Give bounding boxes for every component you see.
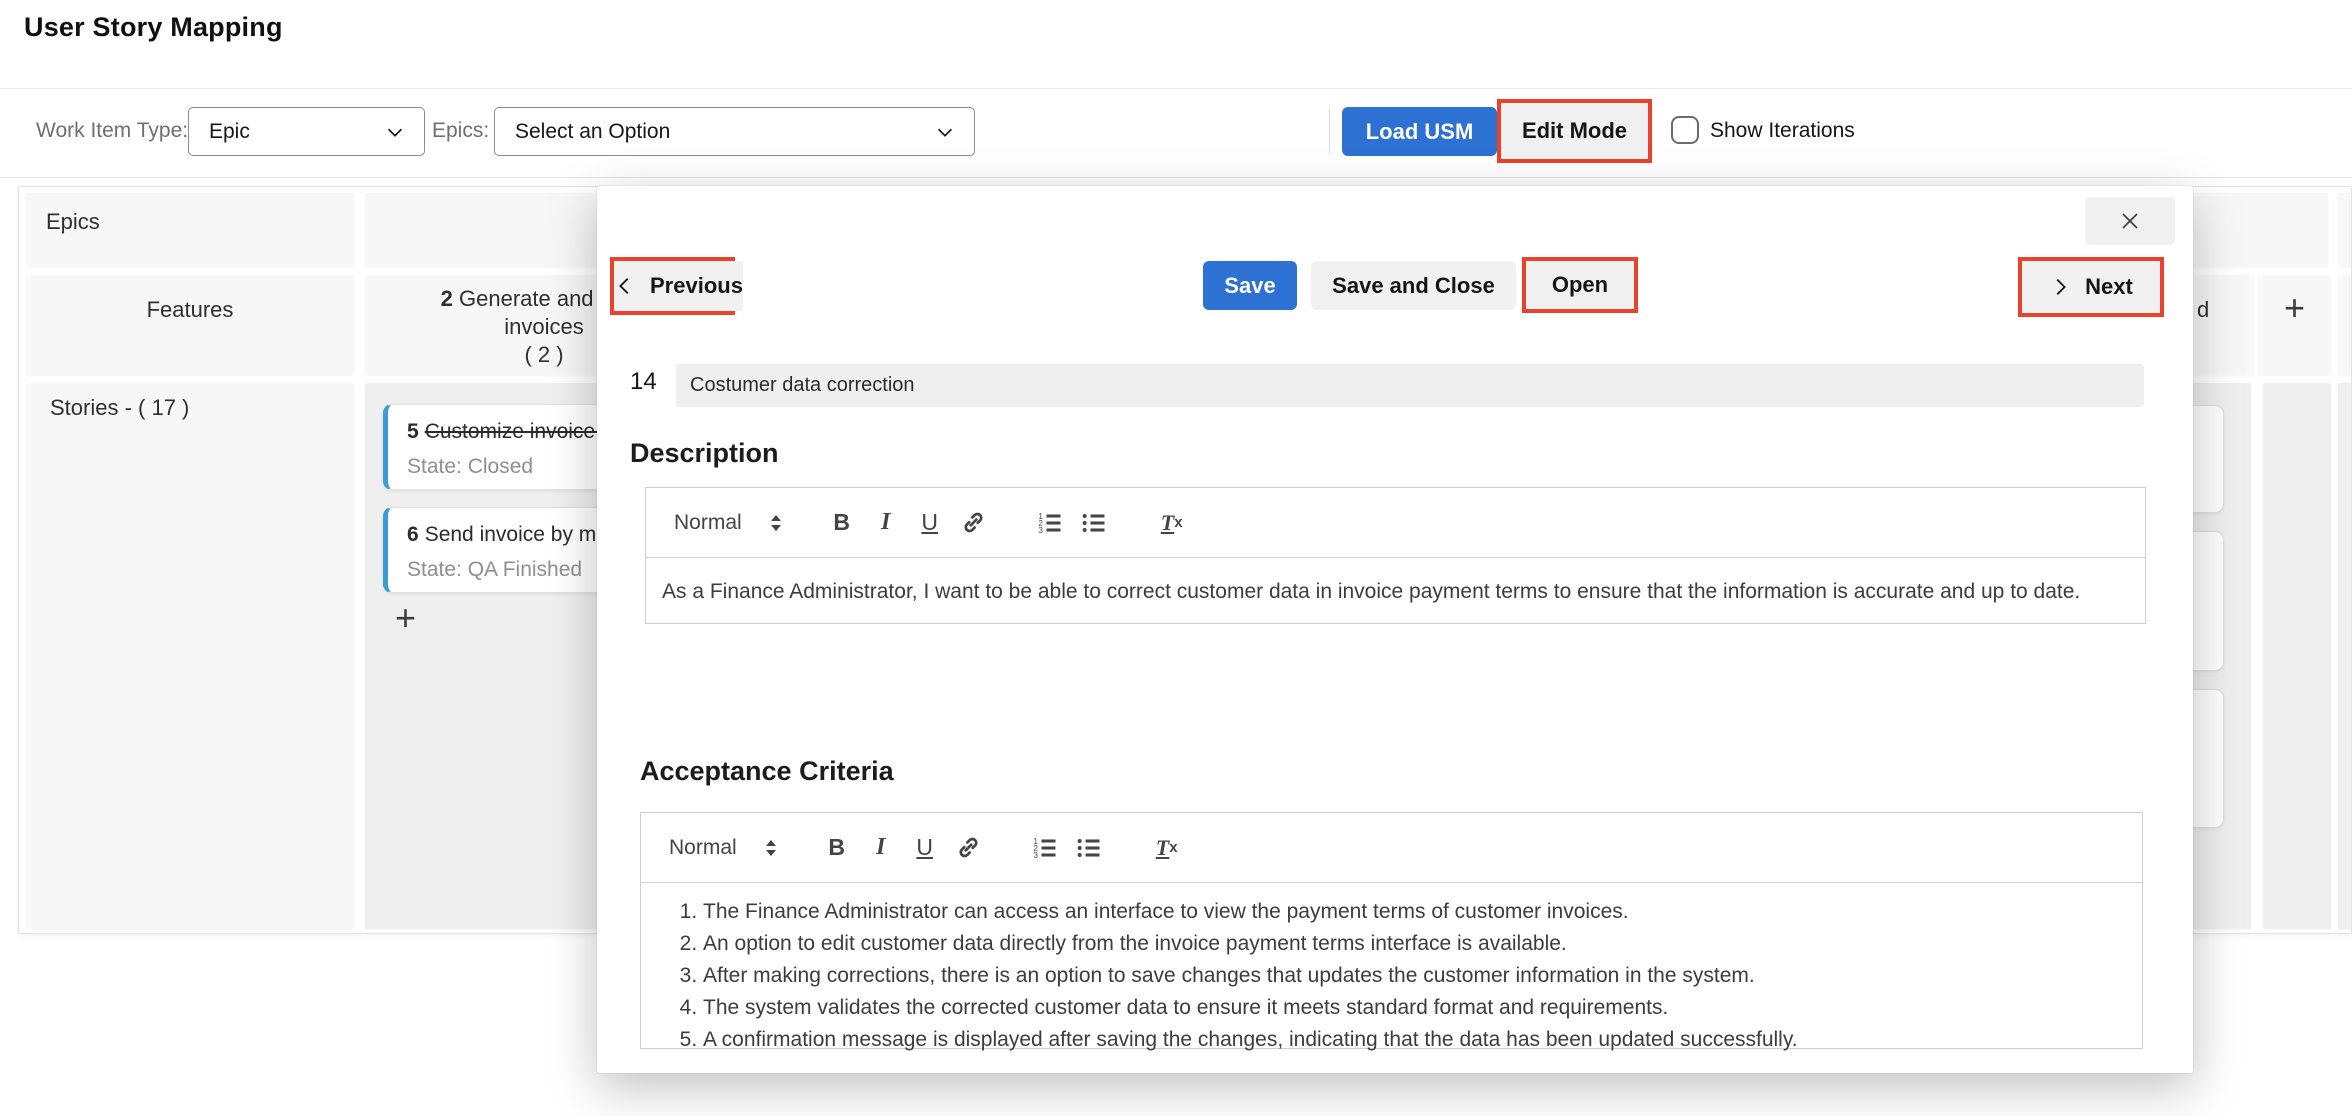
show-iterations-checkbox[interactable]	[1671, 116, 1699, 144]
stories-row-label: Stories - ( 17 )	[50, 395, 189, 420]
epics-select[interactable]: Select an Option	[494, 107, 975, 156]
work-item-title-input[interactable]: Costumer data correction	[676, 364, 2144, 407]
acceptance-criteria-item: The Finance Administrator can access an …	[703, 897, 2126, 927]
work-item-type-label: Work Item Type:	[36, 119, 188, 143]
text-style-value: Normal	[669, 836, 737, 860]
link-button[interactable]	[952, 503, 996, 543]
clear-formatting-button[interactable]: Tx	[1145, 828, 1189, 868]
feature-title-fragment: d	[2197, 297, 2209, 323]
epics-label: Epics:	[432, 119, 489, 143]
link-icon	[955, 834, 982, 861]
svg-text:3: 3	[1033, 850, 1038, 859]
acceptance-criteria-editor: Normal B I U 123 Tx The	[640, 812, 2143, 1049]
work-item-title-value: Costumer data correction	[690, 374, 915, 397]
features-row-label: Features	[147, 297, 234, 323]
add-feature-icon[interactable]: +	[2284, 293, 2305, 375]
bullet-list-button[interactable]	[1067, 828, 1111, 868]
acceptance-criteria-item: The system validates the corrected custo…	[703, 993, 2126, 1023]
bold-button[interactable]: B	[820, 503, 864, 543]
stories-column-partial	[2338, 383, 2352, 929]
epics-select-value: Select an Option	[515, 120, 670, 144]
work-item-dialog: Previous Save Save and Close Open Next 1…	[597, 186, 2193, 1073]
epics-row-header: Epics	[26, 193, 354, 267]
description-editor-toolbar: Normal B I U 123 Tx	[646, 488, 2145, 558]
open-highlight: Open	[1522, 257, 1638, 313]
underline-button[interactable]: U	[908, 503, 952, 543]
save-and-close-button[interactable]: Save and Close	[1311, 261, 1516, 310]
acceptance-criteria-list: The Finance Administrator can access an …	[657, 897, 2126, 1055]
chevron-down-icon	[384, 121, 406, 143]
feature-cell[interactable]	[2338, 275, 2352, 375]
bold-button[interactable]: B	[815, 828, 859, 868]
updown-arrows-icon	[768, 512, 784, 534]
edit-mode-highlight: Edit Mode	[1497, 99, 1652, 163]
close-button[interactable]	[2085, 197, 2175, 245]
text-style-select[interactable]: Normal	[669, 836, 779, 860]
acceptance-criteria-item: A confirmation message is displayed afte…	[703, 1025, 2126, 1055]
epic-cell[interactable]	[2338, 193, 2352, 267]
toolbar-divider	[1329, 109, 1330, 154]
next-highlight: Next	[2018, 257, 2164, 317]
bullet-list-button[interactable]	[1072, 503, 1116, 543]
page-title: User Story Mapping	[24, 12, 283, 43]
features-row-header: Features	[26, 275, 354, 375]
ordered-list-icon: 123	[1036, 509, 1064, 537]
italic-button[interactable]: I	[864, 503, 908, 543]
text-style-select[interactable]: Normal	[674, 511, 784, 535]
bullet-list-icon	[1080, 509, 1108, 537]
work-item-id: 14	[630, 368, 657, 396]
description-editor: Normal B I U 123 Tx As a Financ	[645, 487, 2146, 624]
show-iterations-label: Show Iterations	[1710, 119, 1855, 143]
work-item-type-select[interactable]: Epic	[188, 107, 425, 156]
bullet-list-icon	[1075, 834, 1103, 862]
divider	[0, 88, 2352, 89]
updown-arrows-icon	[763, 837, 779, 859]
previous-highlight: Previous	[610, 257, 735, 315]
load-usm-button[interactable]: Load USM	[1342, 107, 1497, 156]
feature-id: 2	[441, 286, 453, 311]
edit-mode-button[interactable]: Edit Mode	[1501, 103, 1648, 159]
story-title: Send invoice by mail	[425, 523, 618, 546]
acceptance-criteria-heading: Acceptance Criteria	[640, 756, 894, 787]
acceptance-criteria-item: After making corrections, there is an op…	[703, 961, 2126, 991]
link-icon	[960, 509, 987, 536]
next-button[interactable]: Next	[2022, 261, 2160, 313]
divider	[0, 177, 2352, 178]
underline-button[interactable]: U	[903, 828, 947, 868]
description-text[interactable]: As a Finance Administrator, I want to be…	[646, 558, 2145, 606]
stories-row-header: Stories - ( 17 )	[26, 383, 354, 929]
text-style-value: Normal	[674, 511, 742, 535]
add-story-icon[interactable]: +	[395, 603, 416, 633]
acceptance-criteria-text[interactable]: The Finance Administrator can access an …	[641, 883, 2142, 1055]
stories-column-partial	[2263, 383, 2331, 929]
chevron-right-icon	[2049, 276, 2071, 298]
next-label: Next	[2085, 274, 2133, 300]
chevron-left-icon	[614, 275, 636, 297]
link-button[interactable]	[947, 828, 991, 868]
close-icon	[2118, 209, 2142, 233]
work-item-type-value: Epic	[209, 120, 250, 144]
story-id: 5	[407, 420, 419, 443]
acceptance-editor-toolbar: Normal B I U 123 Tx	[641, 813, 2142, 883]
save-button[interactable]: Save	[1203, 261, 1297, 310]
epics-row-label: Epics	[46, 209, 100, 234]
chevron-down-icon	[934, 121, 956, 143]
previous-button[interactable]: Previous	[614, 261, 743, 311]
description-heading: Description	[630, 438, 779, 469]
add-feature-cell[interactable]: +	[2258, 275, 2331, 375]
ordered-list-button[interactable]: 123	[1023, 828, 1067, 868]
open-button[interactable]: Open	[1526, 261, 1634, 309]
italic-button[interactable]: I	[859, 828, 903, 868]
ordered-list-icon: 123	[1031, 834, 1059, 862]
clear-formatting-button[interactable]: Tx	[1150, 503, 1194, 543]
story-id: 6	[407, 523, 419, 546]
svg-text:3: 3	[1038, 525, 1043, 534]
previous-label: Previous	[650, 273, 743, 299]
acceptance-criteria-item: An option to edit customer data directly…	[703, 929, 2126, 959]
ordered-list-button[interactable]: 123	[1028, 503, 1072, 543]
